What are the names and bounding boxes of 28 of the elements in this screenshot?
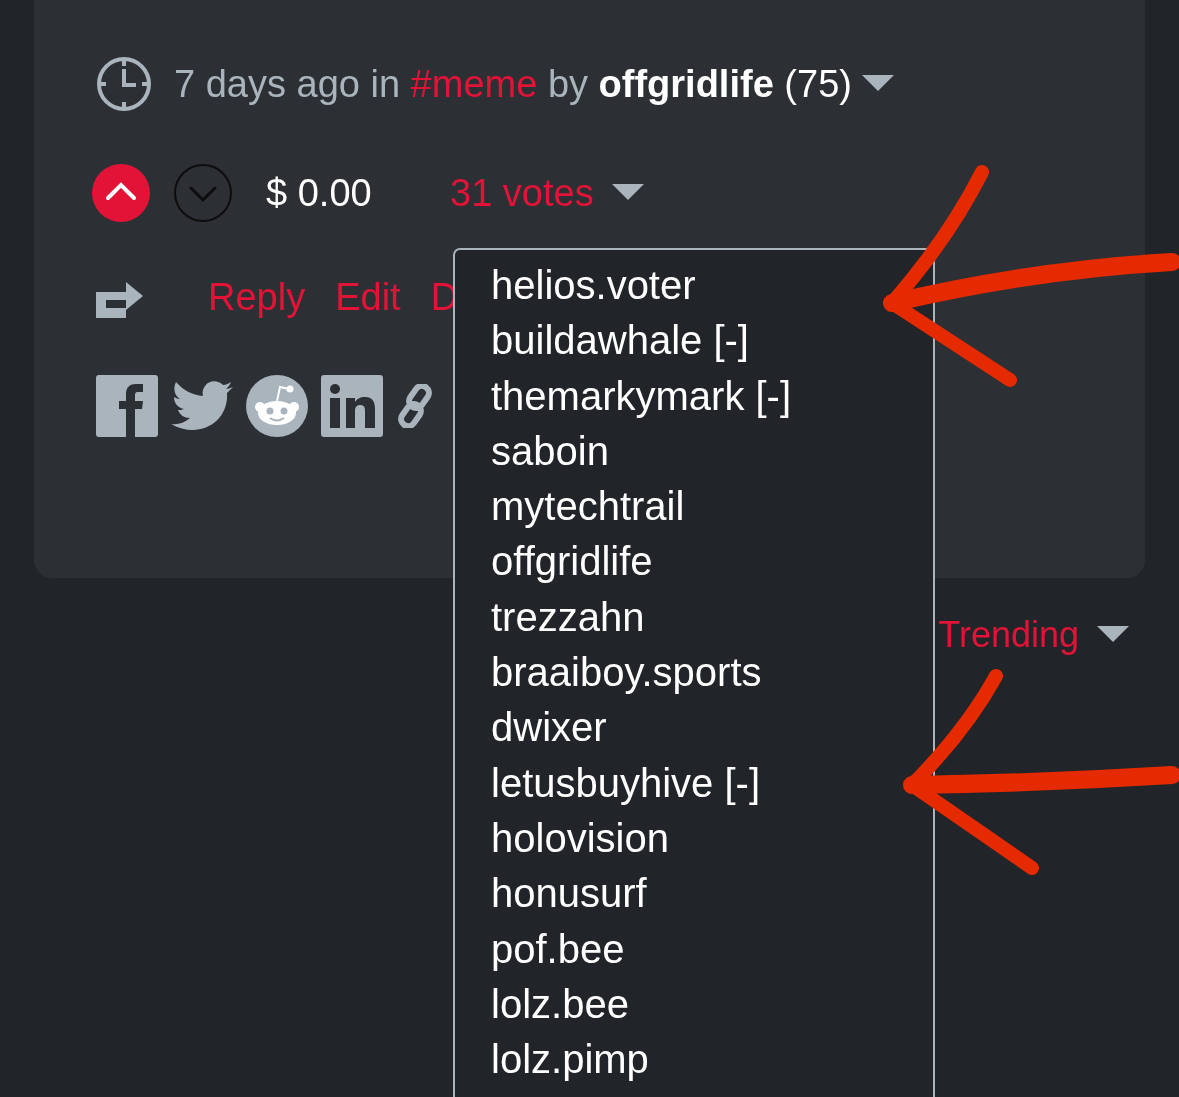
- voter-item[interactable]: helios.voter: [491, 258, 696, 314]
- voter-item[interactable]: buildawhale [-]: [491, 313, 749, 369]
- voter-item[interactable]: letusbuyhive [-]: [491, 755, 761, 811]
- caret-icon[interactable]: [861, 75, 894, 93]
- voter-item[interactable]: themarkymark [-]: [491, 368, 792, 424]
- voter-item[interactable]: honusurf: [491, 866, 647, 922]
- voter-item[interactable]: trezzahn: [491, 589, 645, 646]
- clock-icon: [96, 56, 152, 112]
- voter-item[interactable]: lolz.bee: [491, 976, 629, 1033]
- twitter-icon[interactable]: [171, 380, 233, 432]
- caret-icon[interactable]: [1097, 626, 1129, 644]
- voter-item[interactable]: saboin: [491, 423, 609, 480]
- voter-item[interactable]: braaiboy.sports: [491, 645, 762, 701]
- author-link[interactable]: offgridlife: [598, 62, 774, 105]
- voter-item[interactable]: dwixer: [491, 700, 607, 756]
- voter-item[interactable]: pof.bee: [491, 921, 625, 977]
- reddit-icon[interactable]: [246, 375, 308, 437]
- voter-item[interactable]: holovision: [491, 810, 669, 867]
- voter-item[interactable]: mytechtrail: [491, 479, 685, 535]
- payout-amount: $ 0.00: [266, 171, 373, 215]
- linkedin-icon[interactable]: [321, 375, 383, 437]
- upvote-icon[interactable]: [92, 164, 150, 222]
- voter-item[interactable]: lolz.pimp: [491, 1032, 649, 1088]
- facebook-icon[interactable]: [96, 375, 158, 437]
- voter-item[interactable]: offgridlife: [491, 534, 653, 590]
- post-meta: 7 days ago in #meme by offgridlife (75): [174, 62, 852, 106]
- link-icon[interactable]: [396, 384, 434, 428]
- caret-icon[interactable]: [611, 184, 644, 202]
